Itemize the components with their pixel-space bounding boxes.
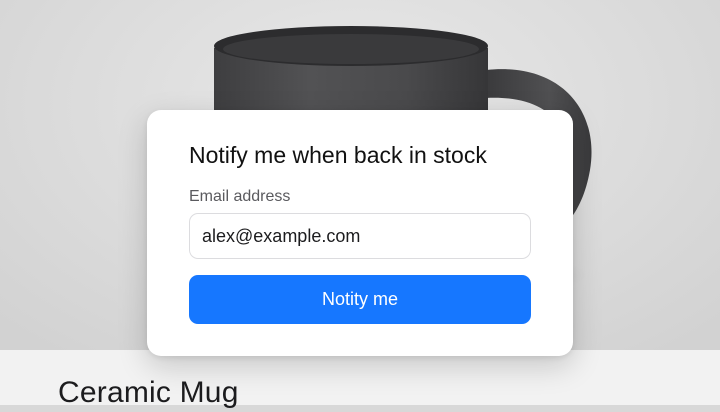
dialog-title: Notify me when back in stock bbox=[189, 142, 487, 168]
email-label: Email address bbox=[189, 188, 291, 205]
product-title: Ceramic Mug bbox=[58, 376, 239, 409]
email-field[interactable] bbox=[189, 213, 531, 259]
notify-dialog: Notify me when back in stock Email addre… bbox=[147, 110, 573, 356]
notify-me-button[interactable]: Notity me bbox=[189, 275, 531, 324]
